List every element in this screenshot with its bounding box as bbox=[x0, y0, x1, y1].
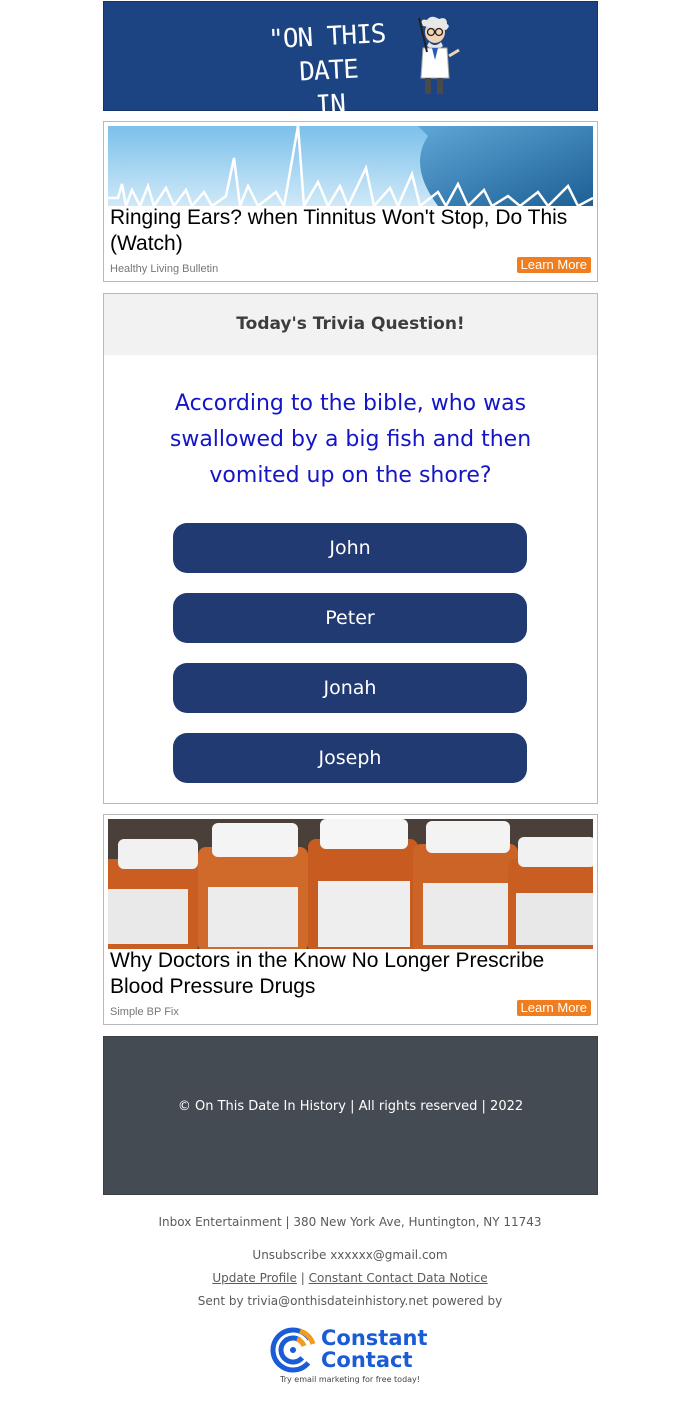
header-title-line1: "ON THIS DATE bbox=[267, 19, 387, 88]
sponsored-ad-tinnitus[interactable]: Ringing Ears? when Tinnitus Won't Stop, … bbox=[103, 121, 598, 282]
newsletter-header-banner[interactable]: "ON THIS DATE IN HISTORY..." bbox=[103, 1, 598, 158]
profile-links: Update Profile | Constant Contact Data N… bbox=[0, 1271, 700, 1285]
ad-source: Simple BP Fix bbox=[110, 1006, 179, 1018]
ad-headline[interactable]: Ringing Ears? when Tinnitus Won't Stop, … bbox=[110, 205, 590, 257]
sponsored-ad-blood-pressure[interactable]: Why Doctors in the Know No Longer Prescr… bbox=[103, 814, 598, 1025]
answer-button-joseph[interactable]: Joseph bbox=[173, 733, 527, 783]
ad-photo-pill-bottles bbox=[108, 819, 593, 949]
ad-headline[interactable]: Why Doctors in the Know No Longer Prescr… bbox=[110, 948, 590, 1000]
ad-learn-more-button[interactable]: Learn More bbox=[516, 257, 591, 273]
sent-by-text: Sent by trivia@onthisdateinhistory.net p… bbox=[197, 1294, 503, 1308]
answer-button-john[interactable]: John bbox=[173, 523, 527, 573]
ad-image-tinnitus[interactable] bbox=[108, 126, 593, 206]
ad-photo-ear-soundwave bbox=[108, 126, 593, 206]
cc-name-line2: Contact bbox=[321, 1348, 413, 1372]
trivia-heading: Today's Trivia Question! bbox=[104, 294, 597, 355]
ad-source: Healthy Living Bulletin bbox=[110, 263, 219, 275]
answer-button-jonah[interactable]: Jonah bbox=[173, 663, 527, 713]
constant-contact-logo-icon[interactable] bbox=[270, 1327, 316, 1373]
answer-button-peter[interactable]: Peter bbox=[173, 593, 527, 643]
update-profile-link[interactable]: Update Profile bbox=[212, 1271, 297, 1285]
constant-contact-tagline[interactable]: Try email marketing for free today! bbox=[0, 1375, 700, 1384]
data-notice-link[interactable]: Constant Contact Data Notice bbox=[309, 1271, 488, 1285]
ad-learn-more-button[interactable]: Learn More bbox=[516, 1000, 591, 1016]
link-separator: | bbox=[300, 1271, 305, 1285]
trivia-question: According to the bible, who was swallowe… bbox=[169, 391, 532, 488]
copyright-text: © On This Date In History | All rights r… bbox=[177, 1099, 524, 1114]
cc-name-line1: Constant bbox=[321, 1326, 428, 1350]
footer-banner: © On This Date In History | All rights r… bbox=[103, 1036, 598, 1195]
constant-contact-wordmark[interactable]: Constant Contact bbox=[321, 1327, 428, 1371]
sender-address: Inbox Entertainment | 380 New York Ave, … bbox=[158, 1215, 542, 1229]
trivia-card: Today's Trivia Question! According to th… bbox=[103, 293, 598, 804]
unsubscribe-link[interactable]: Unsubscribe xxxxxx@gmail.com bbox=[0, 1248, 700, 1262]
ad-image-pill-bottles[interactable] bbox=[108, 819, 593, 949]
professor-mascot-icon bbox=[418, 16, 460, 94]
